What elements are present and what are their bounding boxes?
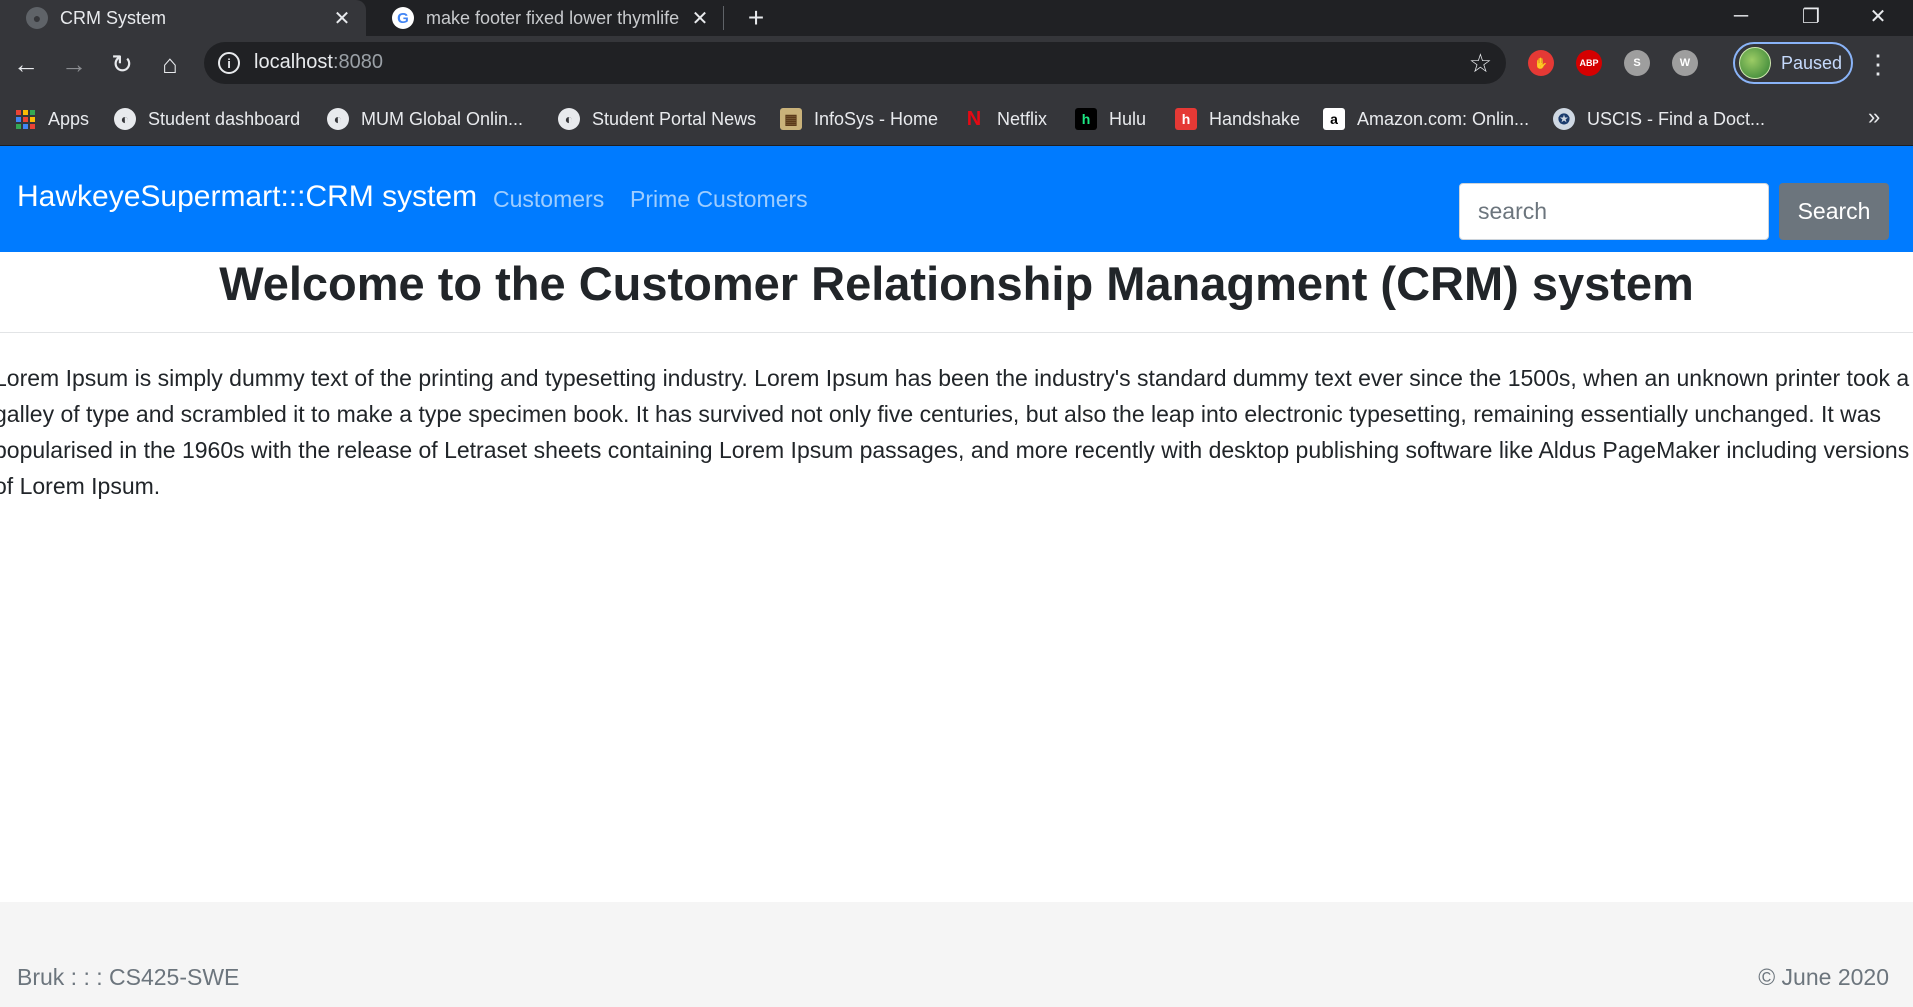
bookmark-hulu[interactable]: h Hulu xyxy=(1075,92,1146,146)
avatar xyxy=(1739,47,1771,79)
bookmark-uscis[interactable]: ✪ USCIS - Find a Doct... xyxy=(1553,92,1765,146)
close-icon[interactable]: ✕ xyxy=(330,6,354,30)
site-navbar: HawkeyeSupermart:::CRM system Customers … xyxy=(0,146,1913,252)
minimize-icon[interactable]: ─ xyxy=(1713,0,1769,32)
url-text: localhost:8080 xyxy=(254,51,383,74)
bookmark-amazon[interactable]: a Amazon.com: Onlin... xyxy=(1323,92,1529,146)
skype-icon[interactable]: S xyxy=(1624,50,1650,76)
forward-arrow-icon[interactable]: → xyxy=(56,46,92,82)
site-brand[interactable]: HawkeyeSupermart:::CRM system xyxy=(17,180,477,214)
close-icon[interactable]: ✕ xyxy=(688,6,712,30)
bookmark-label: Student Portal News xyxy=(592,108,757,129)
bookmark-label: Apps xyxy=(48,108,90,129)
search-button[interactable]: Search xyxy=(1779,183,1889,240)
bookmark-student-dashboard[interactable]: ◐ Student dashboard xyxy=(114,92,300,146)
more-menu-icon[interactable]: ⋮ xyxy=(1865,48,1891,80)
tab-search-result[interactable]: G make footer fixed lower thymlife ✕ xyxy=(366,0,724,36)
amazon-icon: a xyxy=(1323,108,1345,130)
bookmark-mum-global[interactable]: ◐ MUM Global Onlin... xyxy=(327,92,523,146)
url-host: localhost xyxy=(254,51,333,73)
back-arrow-icon[interactable]: ← xyxy=(8,46,44,82)
bookmark-label: Handshake xyxy=(1209,108,1301,129)
handshake-icon: h xyxy=(1175,108,1197,130)
w-extension-icon[interactable]: W xyxy=(1672,50,1698,76)
bookmark-label: Amazon.com: Onlin... xyxy=(1357,108,1530,129)
bookmark-infosys[interactable]: ▦ InfoSys - Home xyxy=(780,92,938,146)
new-tab-button[interactable]: + xyxy=(740,2,772,33)
nav-link-prime-customers[interactable]: Prime Customers xyxy=(630,186,808,213)
bookmarks-bar: Apps ◐ Student dashboard ◐ MUM Global On… xyxy=(0,92,1913,146)
abp-icon[interactable]: ABP xyxy=(1576,50,1602,76)
window-close-icon[interactable]: ✕ xyxy=(1850,0,1906,32)
globe-icon: ◐ xyxy=(558,108,580,130)
intro-paragraph: Lorem Ipsum is simply dummy text of the … xyxy=(0,365,1910,499)
tab-strip: ● CRM System ✕ G make footer fixed lower… xyxy=(0,0,1913,36)
netflix-icon: N xyxy=(966,107,982,130)
home-icon[interactable]: ⌂ xyxy=(152,46,188,82)
page-footer: Bruk : : : CS425-SWE © June 2020 xyxy=(0,902,1913,1007)
hulu-icon: h xyxy=(1075,108,1097,130)
page-title: Welcome to the Customer Relationship Man… xyxy=(219,257,1694,310)
infosys-icon: ▦ xyxy=(780,108,802,130)
tab-crm-system[interactable]: ● CRM System ✕ xyxy=(0,0,366,36)
bookmark-label: USCIS - Find a Doct... xyxy=(1587,108,1766,129)
footer-copyright: © June 2020 xyxy=(1758,964,1889,990)
star-icon[interactable]: ☆ xyxy=(1469,48,1492,79)
bookmark-student-portal-news[interactable]: ◐ Student Portal News xyxy=(558,92,756,146)
info-icon[interactable]: i xyxy=(218,52,240,74)
bookmark-netflix[interactable]: N Netflix xyxy=(963,92,1047,146)
bookmark-label: MUM Global Onlin... xyxy=(361,108,524,129)
reload-icon[interactable]: ↻ xyxy=(104,46,140,82)
divider xyxy=(0,332,1913,333)
profile-button[interactable]: Paused xyxy=(1733,42,1853,84)
tab-title: make footer fixed lower thymlife xyxy=(426,7,680,28)
globe-icon: ● xyxy=(26,7,48,29)
tab-divider xyxy=(723,6,724,30)
adblock-stop-icon[interactable]: ✋ xyxy=(1528,50,1554,76)
chevron-double-right-icon[interactable]: » xyxy=(1868,104,1880,130)
globe-icon: ◐ xyxy=(327,108,349,130)
google-icon: G xyxy=(392,7,414,29)
tab-title: CRM System xyxy=(60,7,167,28)
search-input[interactable] xyxy=(1459,183,1769,240)
nav-link-customers[interactable]: Customers xyxy=(493,186,604,213)
globe-icon: ◐ xyxy=(114,108,136,130)
address-bar[interactable]: i localhost:8080 ☆ xyxy=(204,42,1506,84)
profile-status: Paused xyxy=(1781,52,1843,73)
uscis-seal-icon: ✪ xyxy=(1553,108,1575,130)
bookmark-handshake[interactable]: h Handshake xyxy=(1175,92,1300,146)
url-port: :8080 xyxy=(332,51,383,73)
bookmark-label: InfoSys - Home xyxy=(814,108,939,129)
bookmark-apps[interactable]: Apps xyxy=(14,92,89,146)
browser-toolbar: ← → ↻ ⌂ i localhost:8080 ☆ ✋ ABP S W Pau… xyxy=(0,36,1913,92)
apps-grid-icon xyxy=(14,108,36,130)
bookmark-label: Hulu xyxy=(1109,108,1147,129)
restore-icon[interactable]: ❐ xyxy=(1783,0,1839,32)
footer-credit: Bruk : : : CS425-SWE xyxy=(17,964,240,990)
bookmark-label: Netflix xyxy=(997,108,1048,129)
bookmark-label: Student dashboard xyxy=(148,108,301,129)
